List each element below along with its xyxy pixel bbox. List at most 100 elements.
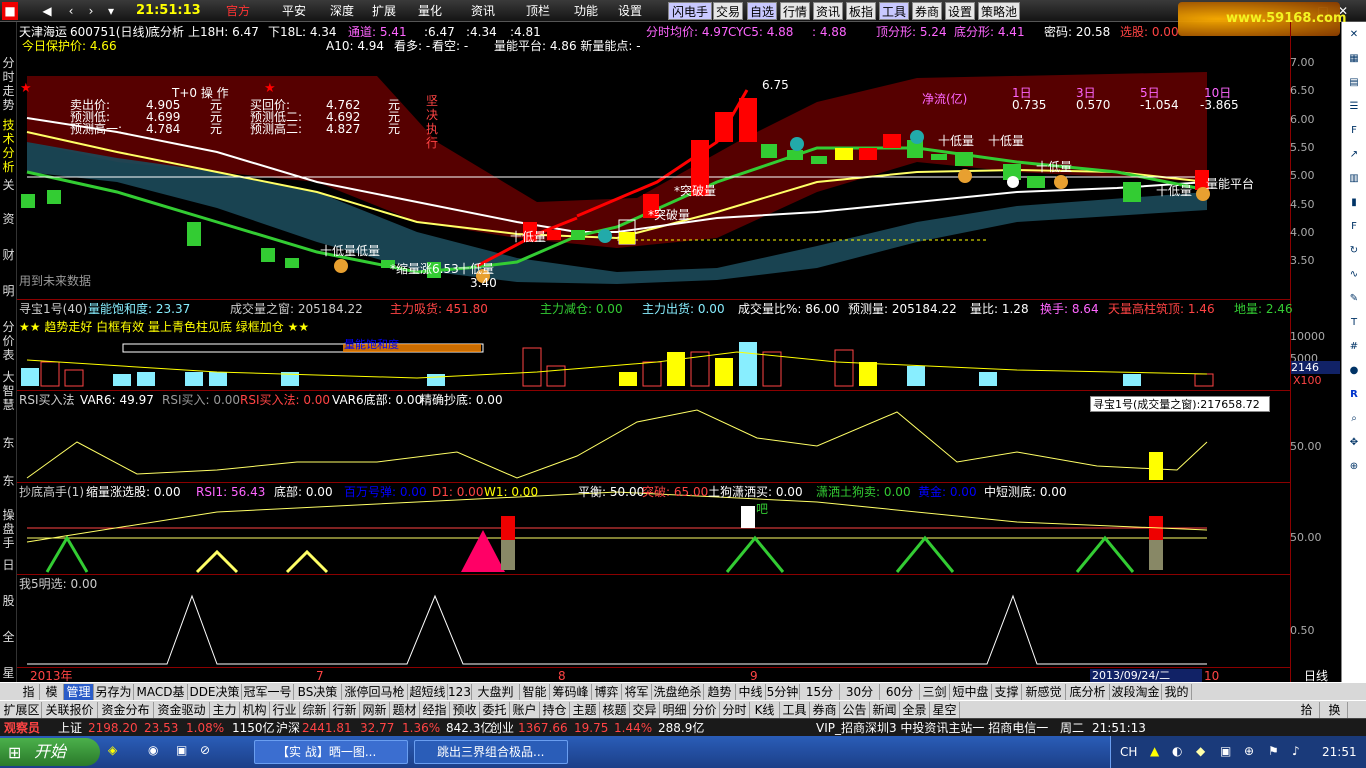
nav-technical[interactable]: 技术分析 xyxy=(0,118,17,174)
menu-quant[interactable]: 量化 xyxy=(414,2,446,20)
tab-indicator[interactable]: 15分钟 xyxy=(800,684,840,715)
language-indicator[interactable]: CH xyxy=(1120,745,1137,759)
tab-indicator[interactable]: 新感觉 xyxy=(1022,684,1066,700)
tab-extension[interactable]: 资金驱动 xyxy=(154,702,210,718)
task-window-2[interactable]: 跳出三界组合极品... xyxy=(414,740,568,764)
rsi-icon[interactable]: R xyxy=(1346,388,1362,402)
task-window-1[interactable]: 【实 战】晒一图... xyxy=(254,740,408,764)
tab-indicator[interactable]: 30分钟 xyxy=(840,684,880,715)
tool-watchlist[interactable]: 自选 xyxy=(747,2,777,20)
kline-icon[interactable]: ▮ xyxy=(1346,196,1362,210)
tab-indicator[interactable]: 管理 xyxy=(64,684,94,700)
chart-icon[interactable]: ▤ xyxy=(1346,76,1362,90)
tab-extension[interactable]: 主题 xyxy=(570,702,600,718)
tab-extension[interactable]: 资金分布 xyxy=(98,702,154,718)
menu-pingan[interactable]: 平安 xyxy=(278,2,310,20)
f-icon[interactable]: F xyxy=(1346,220,1362,234)
tool-broker[interactable]: 券商 xyxy=(912,2,942,20)
tool-news[interactable]: 资讯 xyxy=(813,2,843,20)
menu-news[interactable]: 资讯 xyxy=(467,2,499,20)
tab-indicator[interactable]: 冠军一号 xyxy=(242,684,294,700)
tab-extension[interactable]: 分价 xyxy=(690,702,720,718)
tab-indicator[interactable]: 短中盘 xyxy=(950,684,992,700)
tool-flash[interactable]: 闪电手 xyxy=(668,2,712,20)
nav-cai[interactable]: 财 xyxy=(0,248,17,262)
tab-extension[interactable]: 账户 xyxy=(510,702,540,718)
tab-indicator[interactable]: 趋势 xyxy=(704,684,736,700)
tray-icon[interactable]: ◐ xyxy=(1172,744,1182,758)
tab-extension[interactable]: 行新 xyxy=(330,702,360,718)
close-panel-icon[interactable]: ✕ xyxy=(1346,28,1362,42)
tab-extension[interactable]: K线 xyxy=(750,702,780,718)
tab-indicator[interactable]: 模板 xyxy=(40,684,64,715)
zoom-icon[interactable]: ⊕ xyxy=(1346,460,1362,474)
app-icon[interactable]: ■ xyxy=(2,2,18,20)
tool-strategy[interactable]: 策略池 xyxy=(978,2,1020,20)
tab-indicator[interactable]: 我的 xyxy=(1162,684,1192,700)
nav-dzh[interactable]: 大智慧 xyxy=(0,370,17,412)
tab-indicator[interactable]: 涨停回马枪 xyxy=(342,684,408,700)
nav-timeshare[interactable]: 分时走势 xyxy=(0,56,17,112)
menu-extend[interactable]: 扩展 xyxy=(368,2,400,20)
tool-tools[interactable]: 工具 xyxy=(879,2,909,20)
user-badge[interactable]: 观察员 xyxy=(4,721,40,735)
tab-extension[interactable]: 券商 xyxy=(810,702,840,718)
back-icon[interactable]: ◀ xyxy=(40,2,54,20)
tab-extension[interactable]: 交异 xyxy=(630,702,660,718)
tab-indicator[interactable]: 60分钟 xyxy=(880,684,920,715)
tab-indicator[interactable]: 5分钟 xyxy=(766,684,800,700)
prev-icon[interactable]: ‹ xyxy=(64,2,78,20)
tray-icon[interactable]: ◆ xyxy=(1196,744,1205,758)
menu-settings[interactable]: 设置 xyxy=(614,2,646,20)
tab-extension[interactable]: 明细 xyxy=(660,702,690,718)
search-icon[interactable]: ⌕ xyxy=(1346,412,1362,426)
tool-index[interactable]: 板指 xyxy=(846,2,876,20)
dot-icon[interactable]: ● xyxy=(1346,364,1362,378)
nav-day[interactable]: 日 xyxy=(0,558,17,572)
quicklaunch-icon[interactable]: ⊘ xyxy=(200,743,210,757)
list-icon[interactable]: ☰ xyxy=(1346,100,1362,114)
tab-indicator[interactable]: 智能 xyxy=(520,684,550,700)
menu-depth[interactable]: 深度 xyxy=(326,2,358,20)
quicklaunch-icon[interactable]: ▣ xyxy=(176,743,187,757)
nav-trader[interactable]: 操盘手 xyxy=(0,508,17,550)
f10-icon[interactable]: F xyxy=(1346,124,1362,138)
tab-extension[interactable]: 新闻 xyxy=(870,702,900,718)
tab-extension[interactable]: 综新 xyxy=(300,702,330,718)
tab-indicator[interactable]: 超短线 xyxy=(408,684,448,700)
tab-extension[interactable]: 星空 xyxy=(930,702,960,718)
tab-indicator[interactable]: 大盘判断 xyxy=(472,684,520,715)
tab-indicator[interactable]: 将军 xyxy=(622,684,652,700)
text-icon[interactable]: T xyxy=(1346,316,1362,330)
trend-icon[interactable]: ↗ xyxy=(1346,148,1362,162)
calc-icon[interactable]: # xyxy=(1346,340,1362,354)
dropdown-icon[interactable]: ▾ xyxy=(104,2,118,20)
tab-indicator[interactable]: 底分析 xyxy=(1066,684,1110,700)
line-icon[interactable]: ∿ xyxy=(1346,268,1362,282)
tab-indicator[interactable]: 123 xyxy=(448,684,472,700)
tab-right[interactable]: 拾 xyxy=(1294,702,1320,718)
quicklaunch-icon[interactable]: ◈ xyxy=(108,743,117,757)
nav-price-table[interactable]: 分价表 xyxy=(0,320,17,362)
tool-trade[interactable]: 交易 xyxy=(713,2,743,20)
bar-icon[interactable]: ▥ xyxy=(1346,172,1362,186)
chart-canvas[interactable] xyxy=(17,22,1290,668)
tray-icon[interactable]: ▲ xyxy=(1150,744,1159,758)
tab-extension[interactable]: 关联报价 xyxy=(42,702,98,718)
nav-guan[interactable]: 关 xyxy=(0,178,17,192)
tab-indicator[interactable]: 筹码峰 xyxy=(550,684,592,700)
refresh-icon[interactable]: ↻ xyxy=(1346,244,1362,258)
tab-indicator[interactable]: BS决策 xyxy=(294,684,342,700)
tab-extension[interactable]: 机构 xyxy=(240,702,270,718)
nav-zi[interactable]: 资 xyxy=(0,212,17,226)
nav-dong2[interactable]: 东 xyxy=(0,474,17,488)
tab-indicator[interactable]: 指标 xyxy=(18,684,40,715)
tab-extension[interactable]: 行业 xyxy=(270,702,300,718)
grid-icon[interactable]: ▦ xyxy=(1346,52,1362,66)
tab-extension[interactable]: 工具 xyxy=(780,702,810,718)
tool-quotes[interactable]: 行情 xyxy=(780,2,810,20)
tab-extension[interactable]: 公告 xyxy=(840,702,870,718)
tab-extension[interactable]: 题材 xyxy=(390,702,420,718)
period-label[interactable]: 日线 xyxy=(1304,669,1328,683)
menu-official[interactable]: 官方 xyxy=(222,2,254,20)
